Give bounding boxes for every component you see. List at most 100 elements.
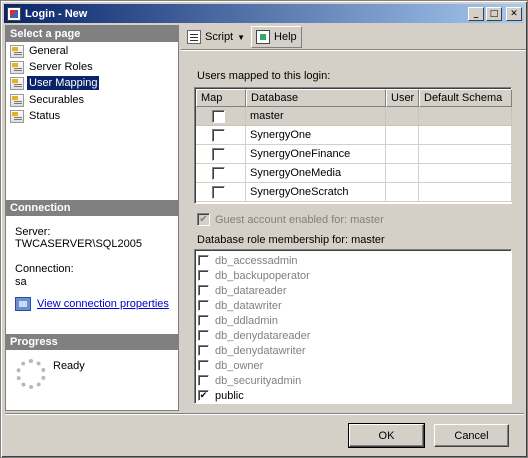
schema-cell[interactable] — [419, 183, 512, 202]
list-item[interactable]: db_denydatareader — [198, 328, 310, 343]
list-item[interactable]: db_ddladmin — [198, 313, 278, 328]
schema-cell[interactable] — [419, 145, 512, 164]
table-row[interactable]: SynergyOneScratch — [196, 183, 512, 202]
page-item-label: General — [29, 45, 69, 57]
view-connection-properties-text: View connection properties — [37, 298, 169, 310]
column-header-user[interactable]: User — [386, 89, 419, 107]
app-icon — [7, 6, 21, 21]
role-checkbox[interactable]: ✔ — [198, 390, 209, 401]
role-name: public — [215, 389, 244, 402]
table-row[interactable]: SynergyOneFinance — [196, 145, 512, 164]
server-value: TWCASERVER\SQL2005 — [15, 238, 142, 250]
role-checkbox[interactable] — [198, 315, 209, 326]
title-bar[interactable]: Login - New _ □ ✕ — [4, 4, 524, 23]
user-cell[interactable] — [386, 107, 419, 126]
role-name: db_securityadmin — [215, 374, 302, 387]
list-item[interactable]: ✔ public — [198, 388, 244, 403]
database-cell: SynergyOneScratch — [246, 183, 386, 202]
progress-spinner-icon — [16, 359, 46, 389]
script-icon — [187, 30, 201, 44]
page-item-label: User Mapping — [27, 76, 100, 90]
page-item-user-mapping[interactable]: User Mapping — [10, 75, 100, 91]
role-name: db_datawriter — [215, 299, 282, 312]
role-checkbox[interactable] — [198, 330, 209, 341]
page-item-status[interactable]: Status — [10, 108, 62, 124]
map-checkbox[interactable] — [212, 110, 225, 123]
list-item[interactable]: db_backupoperator — [198, 268, 310, 283]
user-cell[interactable] — [386, 183, 419, 202]
role-name: db_backupoperator — [215, 269, 310, 282]
column-header-map[interactable]: Map — [196, 89, 246, 107]
list-item[interactable]: db_securityadmin — [198, 373, 301, 388]
database-cell: SynergyOne — [246, 126, 386, 145]
role-name: db_ddladmin — [215, 314, 278, 327]
table-row[interactable]: SynergyOne — [196, 126, 512, 145]
role-checkbox[interactable] — [198, 270, 209, 281]
left-panel: Select a page General Server Roles User … — [5, 25, 179, 411]
guest-account-label: Guest account enabled for: master — [215, 213, 384, 226]
guest-account-option[interactable]: ✔ Guest account enabled for: master — [197, 213, 384, 226]
connection-label: Connection: — [15, 263, 74, 275]
role-checkbox[interactable] — [198, 360, 209, 371]
script-label: Script — [205, 31, 234, 43]
map-cell — [196, 107, 246, 126]
page-icon — [10, 44, 24, 58]
page-item-label: Securables — [29, 94, 85, 106]
view-connection-properties-link[interactable]: View connection properties — [15, 297, 169, 311]
map-checkbox[interactable] — [212, 167, 225, 180]
users-mapped-grid: Map Database User Default Schema master … — [194, 87, 512, 204]
role-checkbox[interactable] — [198, 285, 209, 296]
map-checkbox[interactable] — [212, 148, 225, 161]
map-cell — [196, 126, 246, 145]
maximize-button[interactable]: □ — [486, 6, 502, 21]
map-checkbox[interactable] — [212, 186, 225, 199]
table-row[interactable]: SynergyOneMedia — [196, 164, 512, 183]
connection-header: Connection — [6, 200, 178, 216]
user-cell[interactable] — [386, 145, 419, 164]
map-cell — [196, 183, 246, 202]
map-checkbox[interactable] — [212, 129, 225, 142]
user-cell[interactable] — [386, 126, 419, 145]
schema-cell[interactable] — [419, 164, 512, 183]
cancel-button[interactable]: Cancel — [434, 424, 509, 447]
server-label: Server: — [15, 226, 51, 238]
help-button[interactable]: Help — [251, 26, 302, 48]
users-mapped-label: Users mapped to this login: — [197, 70, 331, 82]
script-button[interactable]: Script ▼ — [183, 26, 249, 48]
help-icon — [256, 30, 271, 44]
page-item-server-roles[interactable]: Server Roles — [10, 59, 95, 75]
role-name: db_datareader — [215, 284, 287, 297]
minimize-button[interactable]: _ — [468, 6, 484, 21]
role-checkbox[interactable] — [198, 375, 209, 386]
list-item[interactable]: db_datawriter — [198, 298, 282, 313]
select-page-header: Select a page — [6, 26, 178, 42]
list-item[interactable]: db_accessadmin — [198, 253, 298, 268]
role-checkbox[interactable] — [198, 300, 209, 311]
list-item[interactable]: db_owner — [198, 358, 263, 373]
ok-button[interactable]: OK — [348, 423, 425, 448]
schema-cell[interactable] — [419, 107, 512, 126]
close-button[interactable]: ✕ — [506, 6, 522, 21]
column-header-database[interactable]: Database — [246, 89, 386, 107]
role-checkbox[interactable] — [198, 255, 209, 266]
list-item[interactable]: db_datareader — [198, 283, 287, 298]
table-row[interactable]: master — [196, 107, 512, 126]
chevron-down-icon[interactable]: ▼ — [237, 33, 245, 42]
page-item-general[interactable]: General — [10, 43, 70, 59]
role-checkbox[interactable] — [198, 345, 209, 356]
window-title: Login - New — [25, 7, 88, 20]
guest-account-checkbox[interactable]: ✔ — [197, 213, 210, 226]
toolbar: Script ▼ Help — [181, 25, 526, 49]
database-cell: SynergyOneMedia — [246, 164, 386, 183]
grid-header: Map Database User Default Schema — [196, 89, 512, 107]
role-name: db_owner — [215, 359, 264, 372]
user-cell[interactable] — [386, 164, 419, 183]
list-item[interactable]: db_denydatawriter — [198, 343, 306, 358]
page-item-securables[interactable]: Securables — [10, 92, 86, 108]
role-membership-list: db_accessadmin db_backupoperator db_data… — [194, 249, 512, 404]
page-item-label: Server Roles — [29, 61, 93, 73]
role-name: db_accessadmin — [215, 254, 298, 267]
schema-cell[interactable] — [419, 126, 512, 145]
login-dialog: Login - New _ □ ✕ Select a page General … — [0, 0, 528, 458]
column-header-default-schema[interactable]: Default Schema — [419, 89, 512, 107]
